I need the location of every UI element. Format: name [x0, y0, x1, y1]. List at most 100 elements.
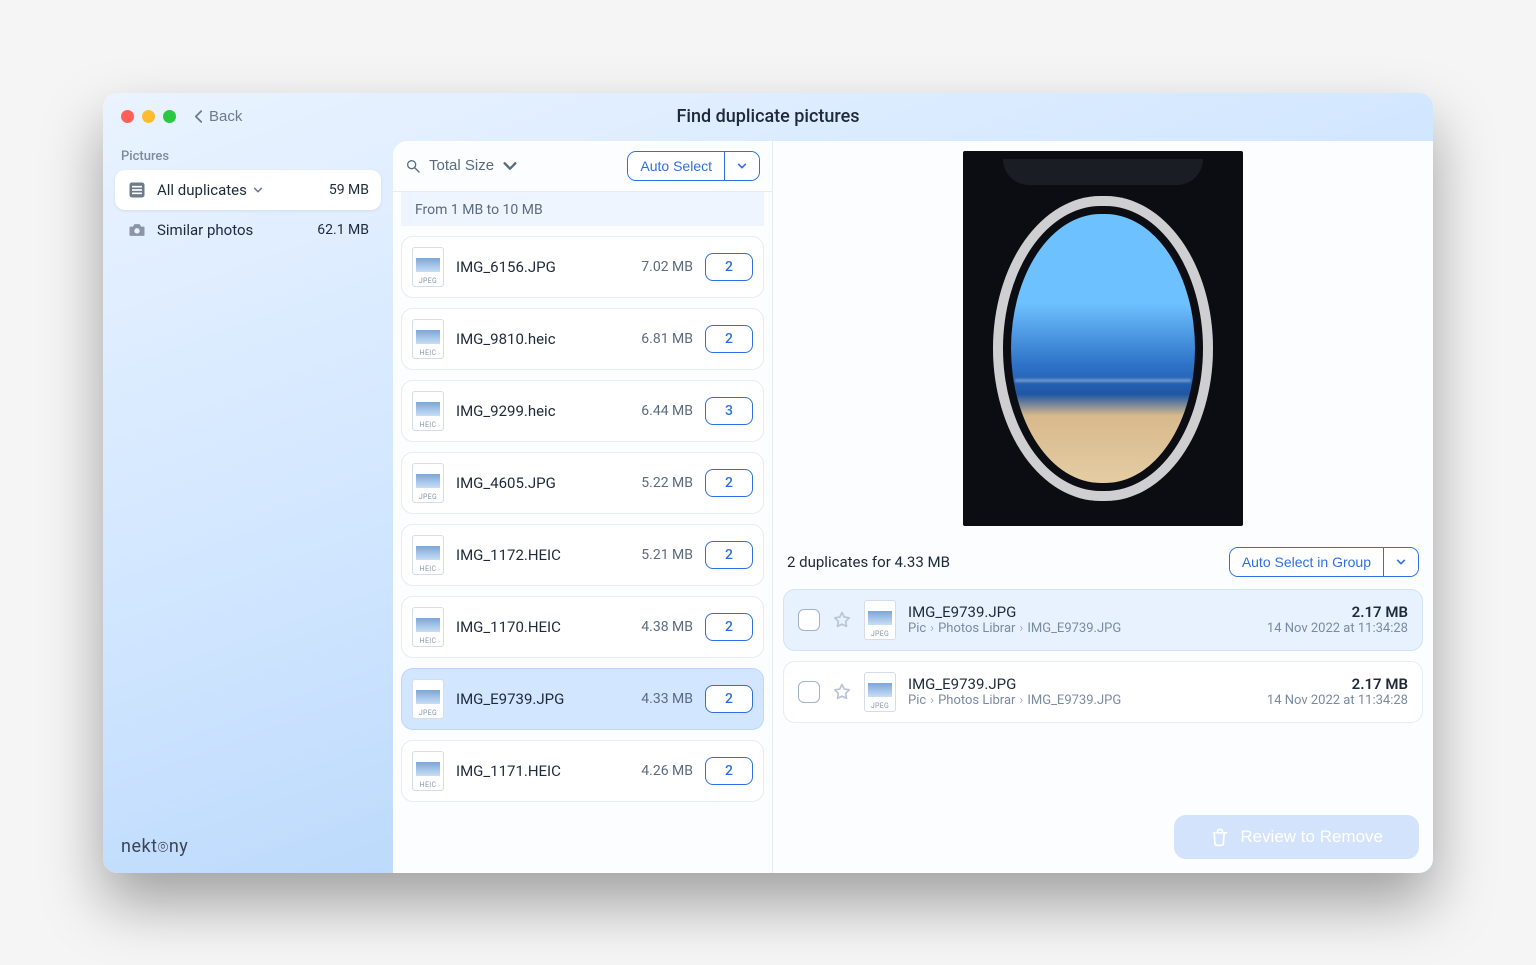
duplicate-count-badge[interactable]: 3: [705, 397, 753, 425]
duplicate-count-badge[interactable]: 2: [705, 253, 753, 281]
file-thumbnail: HEIC: [412, 607, 444, 647]
duplicate-right-meta: 2.17 MB14 Nov 2022 at 11:34:28: [1267, 603, 1408, 636]
file-thumbnail: HEIC: [412, 535, 444, 575]
file-size: 7.02 MB: [623, 259, 693, 275]
file-size: 6.44 MB: [623, 403, 693, 419]
select-checkbox[interactable]: [798, 609, 820, 631]
main-panel: Total Size Auto Select From 1 MB to 10 M…: [393, 141, 1433, 873]
file-ext-label: JPEG: [865, 630, 895, 638]
duplicate-count-badge[interactable]: 2: [705, 757, 753, 785]
sidebar: Pictures All duplicates 59 MB Similar ph…: [103, 141, 393, 873]
file-thumbnail: JPEG: [412, 247, 444, 287]
list-icon: [127, 180, 147, 200]
duplicate-right-meta: 2.17 MB14 Nov 2022 at 11:34:28: [1267, 675, 1408, 708]
auto-select-group-button[interactable]: Auto Select in Group: [1230, 548, 1383, 576]
group-summary-bar: 2 duplicates for 4.33 MB Auto Select in …: [773, 541, 1433, 589]
auto-select-group-split-button: Auto Select in Group: [1229, 547, 1419, 577]
preview-area: [773, 141, 1433, 541]
duplicate-meta: IMG_E9739.JPGPic›Photos Librar›IMG_E9739…: [908, 675, 1255, 708]
favorite-star-icon[interactable]: [832, 682, 852, 702]
duplicate-row[interactable]: JPEG IMG_E9739.JPGPic›Photos Librar›IMG_E…: [783, 661, 1423, 723]
duplicates-list-column: Total Size Auto Select From 1 MB to 10 M…: [393, 141, 773, 873]
auto-select-menu-button[interactable]: [725, 152, 759, 180]
chevron-down-icon: [502, 158, 518, 174]
minimize-window-button[interactable]: [142, 110, 155, 123]
file-size: 4.38 MB: [623, 619, 693, 635]
chevron-left-icon: [194, 109, 203, 124]
file-size: 4.33 MB: [623, 691, 693, 707]
select-checkbox[interactable]: [798, 681, 820, 703]
file-row[interactable]: HEIC IMG_9299.heic 6.44 MB 3: [401, 380, 764, 442]
sidebar-item-label: Similar photos: [157, 221, 253, 239]
duplicate-meta: IMG_E9739.JPGPic›Photos Librar›IMG_E9739…: [908, 603, 1255, 636]
file-ext-label: JPEG: [865, 702, 895, 710]
trash-icon: [1210, 827, 1230, 847]
duplicate-date: 14 Nov 2022 at 11:34:28: [1267, 621, 1408, 636]
file-row[interactable]: JPEGIMG_6156.JPG7.02 MB2: [401, 236, 764, 298]
auto-select-group-menu-button[interactable]: [1384, 548, 1418, 576]
group-summary: 2 duplicates for 4.33 MB: [787, 553, 950, 571]
duplicate-count-badge[interactable]: 2: [705, 685, 753, 713]
camera-icon: [127, 220, 147, 240]
file-ext-label: HEIC: [413, 637, 443, 645]
window-controls: [121, 110, 176, 123]
file-row[interactable]: HEICIMG_1170.HEIC4.38 MB2: [401, 596, 764, 658]
auto-select-split-button: Auto Select: [627, 151, 760, 181]
file-thumbnail: JPEG: [864, 600, 896, 640]
back-button[interactable]: Back: [194, 108, 242, 125]
sidebar-item-label: All duplicates: [157, 181, 247, 199]
review-label: Review to Remove: [1240, 827, 1383, 847]
duplicate-count-badge[interactable]: 2: [705, 325, 753, 353]
preview-image[interactable]: [963, 151, 1243, 526]
file-row[interactable]: HEICIMG_1172.HEIC5.21 MB2: [401, 524, 764, 586]
duplicate-path: Pic›Photos Librar›IMG_E9739.JPG: [908, 621, 1255, 636]
favorite-star-icon[interactable]: [832, 610, 852, 630]
file-name: IMG_4605.JPG: [456, 474, 611, 492]
file-thumbnail: HEIC: [412, 319, 444, 359]
review-to-remove-button[interactable]: Review to Remove: [1174, 815, 1419, 859]
file-row[interactable]: HEICIMG_1171.HEIC4.26 MB2: [401, 740, 764, 802]
file-thumbnail: JPEG: [412, 463, 444, 503]
file-thumbnail: JPEG: [864, 672, 896, 712]
brand-logo: nekt⌾ny: [115, 828, 381, 861]
list-scroll-area[interactable]: From 1 MB to 10 MB JPEGIMG_6156.JPG7.02 …: [393, 192, 772, 873]
zoom-window-button[interactable]: [163, 110, 176, 123]
preview-image-content: [993, 196, 1213, 501]
duplicate-count-badge[interactable]: 2: [705, 541, 753, 569]
preview-column: 2 duplicates for 4.33 MB Auto Select in …: [773, 141, 1433, 873]
sort-button[interactable]: Total Size: [405, 157, 518, 174]
sidebar-heading: Pictures: [115, 149, 381, 170]
duplicate-count-badge[interactable]: 2: [705, 469, 753, 497]
file-ext-label: JPEG: [413, 709, 443, 717]
file-size: 5.22 MB: [623, 475, 693, 491]
file-row[interactable]: HEICIMG_9810.heic6.81 MB2: [401, 308, 764, 370]
file-ext-label: JPEG: [413, 277, 443, 285]
file-size: 6.81 MB: [623, 331, 693, 347]
file-name: IMG_9299.heic: [456, 402, 611, 420]
sidebar-item-all-duplicates[interactable]: All duplicates 59 MB: [115, 170, 381, 210]
duplicate-row[interactable]: JPEG IMG_E9739.JPGPic›Photos Librar›IMG_E…: [783, 589, 1423, 651]
file-name: IMG_E9739.JPG: [456, 690, 611, 708]
chevron-down-icon: [1396, 557, 1406, 567]
file-row[interactable]: JPEG IMG_E9739.JPG 4.33 MB 2: [401, 668, 764, 730]
file-size: 4.26 MB: [623, 763, 693, 779]
file-thumbnail: HEIC: [412, 751, 444, 791]
file-ext-label: JPEG: [413, 493, 443, 501]
auto-select-button[interactable]: Auto Select: [628, 152, 724, 180]
file-thumbnail: JPEG: [412, 679, 444, 719]
duplicate-instances-list: JPEG IMG_E9739.JPGPic›Photos Librar›IMG_E…: [773, 589, 1433, 733]
duplicate-size: 2.17 MB: [1267, 675, 1408, 693]
duplicate-date: 14 Nov 2022 at 11:34:28: [1267, 693, 1408, 708]
group-header: From 1 MB to 10 MB: [401, 192, 764, 226]
close-window-button[interactable]: [121, 110, 134, 123]
sidebar-item-similar-photos[interactable]: Similar photos 62.1 MB: [115, 210, 381, 250]
chevron-down-icon: [253, 185, 263, 195]
file-ext-label: HEIC: [413, 565, 443, 573]
duplicate-count-badge[interactable]: 2: [705, 613, 753, 641]
list-toolbar: Total Size Auto Select: [393, 141, 772, 192]
file-size: 5.21 MB: [623, 547, 693, 563]
file-thumbnail: HEIC: [412, 391, 444, 431]
file-row[interactable]: JPEG IMG_4605.JPG 5.22 MB 2: [401, 452, 764, 514]
sidebar-item-size: 62.1 MB: [317, 222, 369, 238]
sort-label: Total Size: [429, 157, 494, 174]
